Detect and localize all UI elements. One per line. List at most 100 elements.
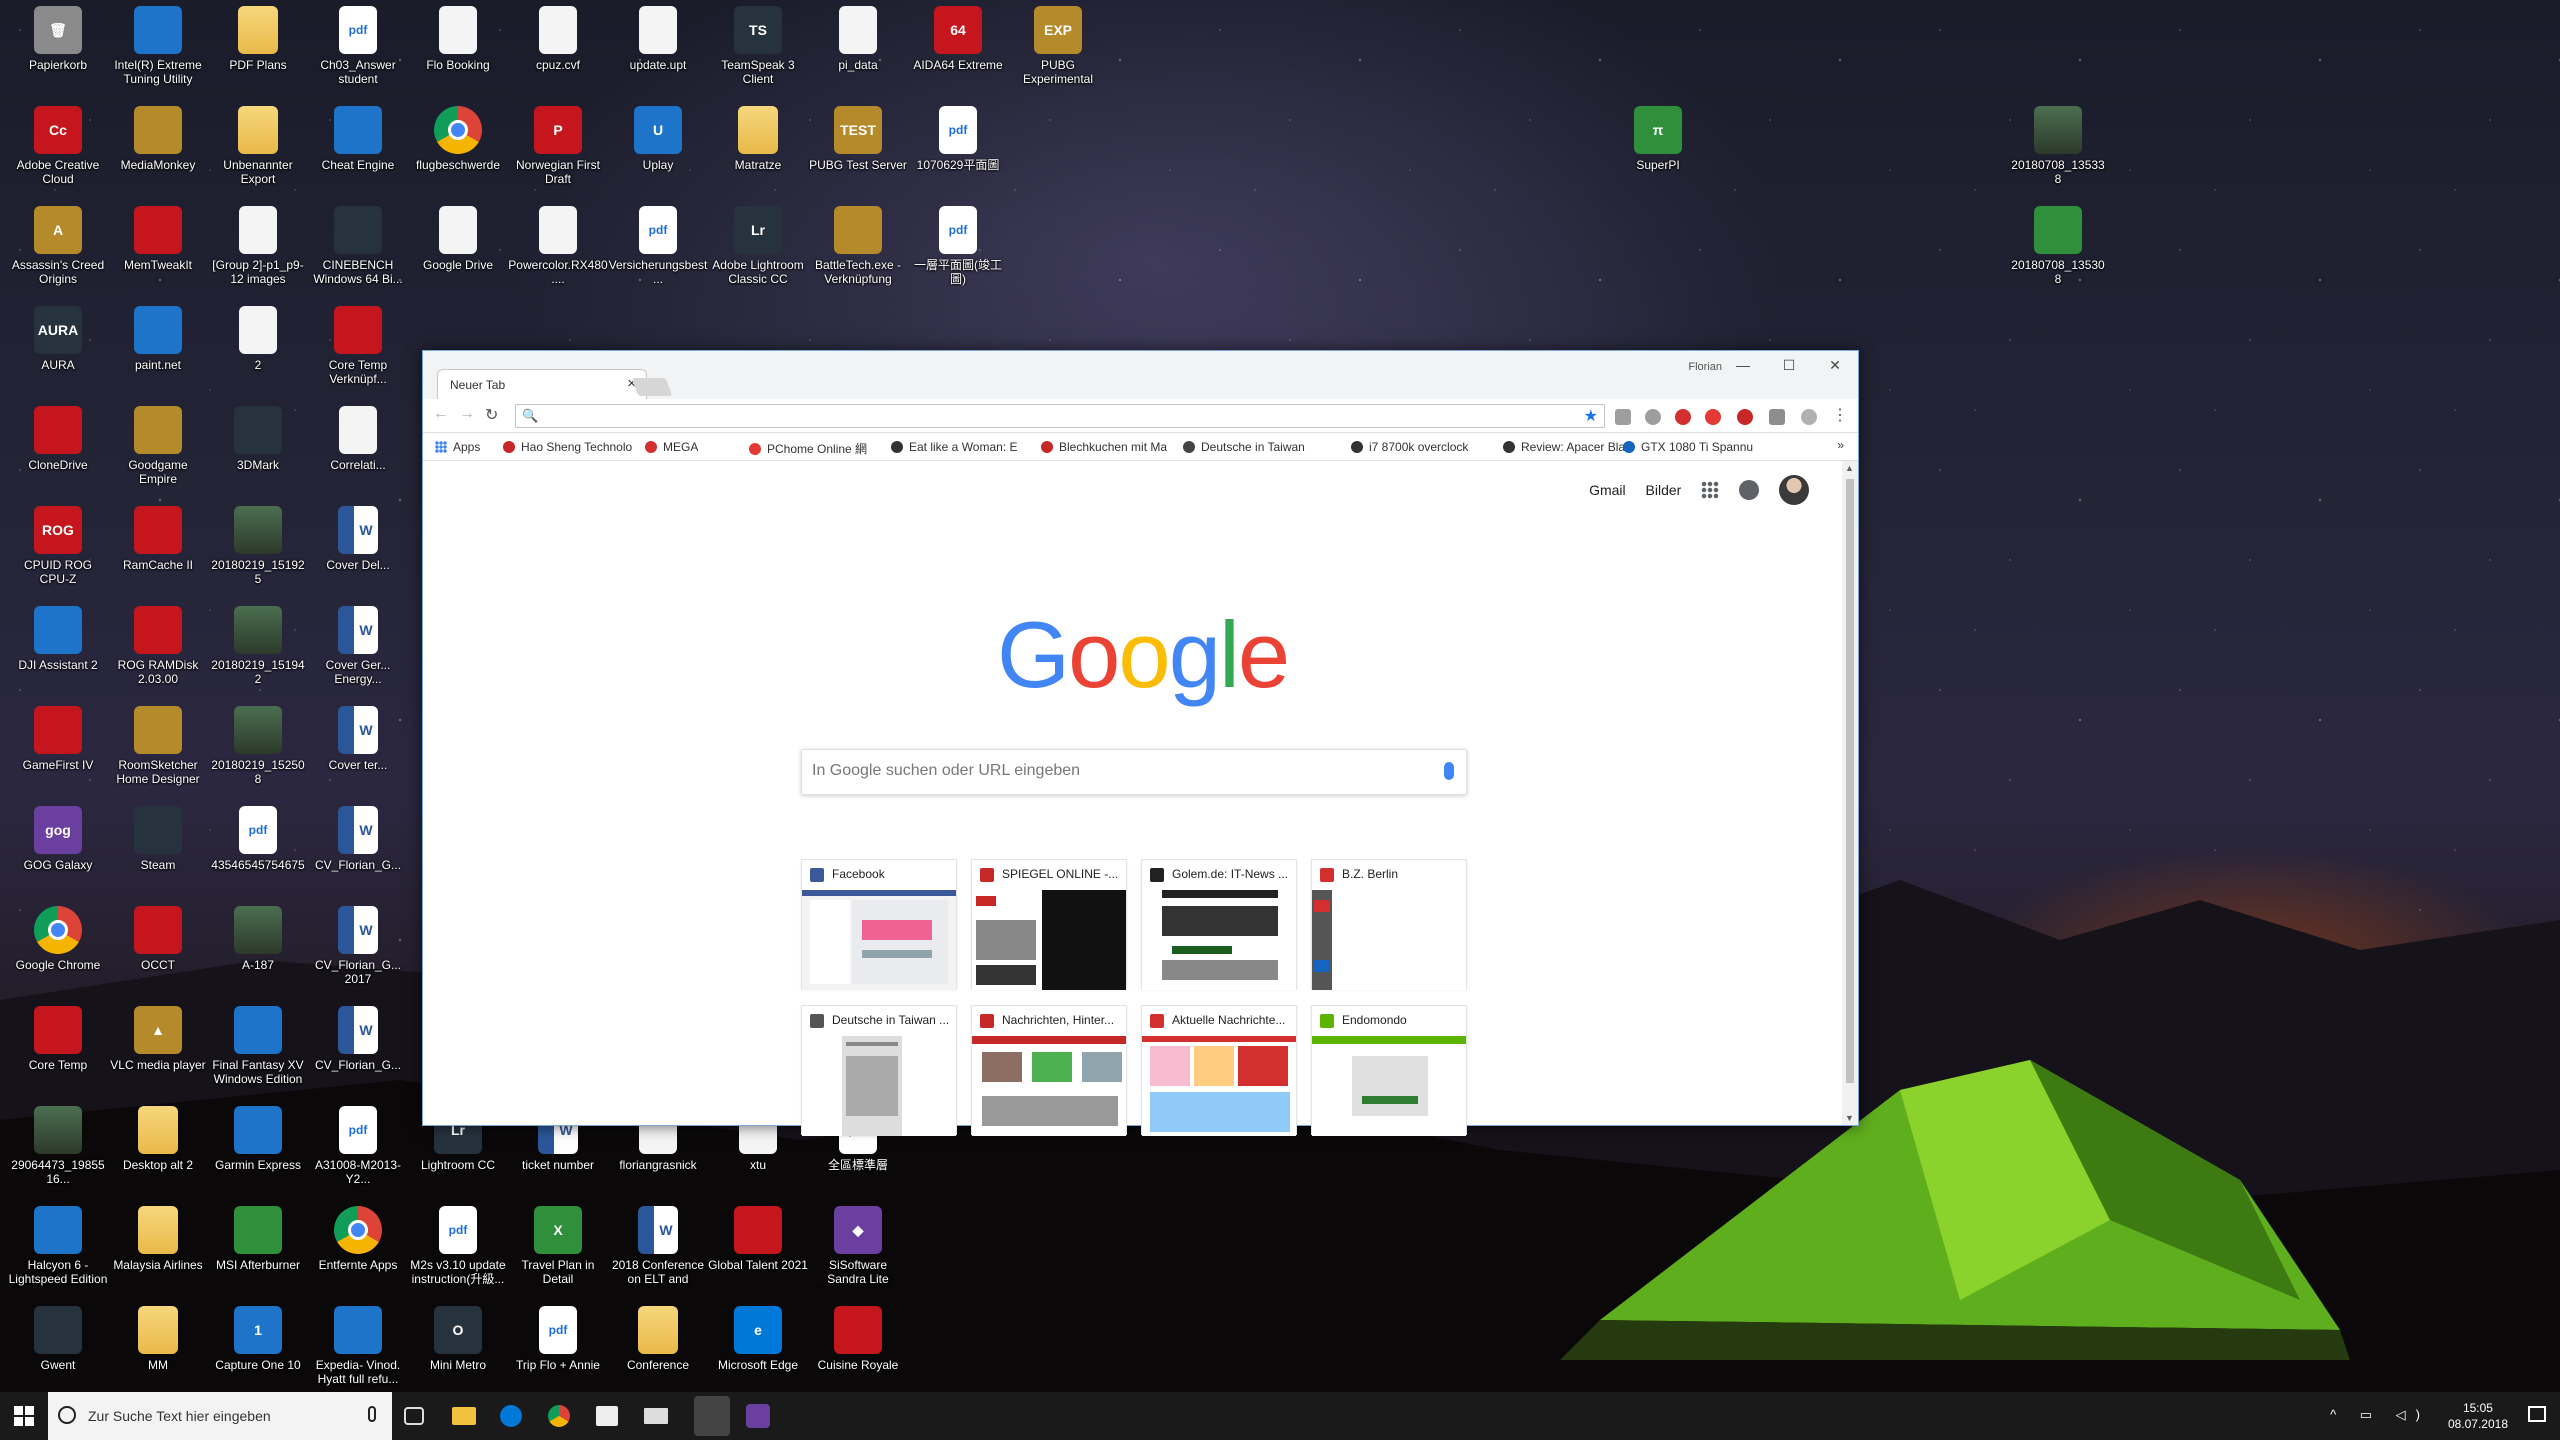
most-visited-tile[interactable]: Golem.de: IT-News ... — [1141, 859, 1297, 990]
desktop-icon[interactable]: Expedia- Vinod. Hyatt full refu... — [308, 1306, 408, 1386]
desktop-icon[interactable]: pi_data — [808, 6, 908, 72]
desktop-icon[interactable]: 20180219_151942 — [208, 606, 308, 686]
desktop-icon[interactable]: W Cover Del... — [308, 506, 408, 572]
desktop-icon[interactable]: GameFirst IV — [8, 706, 108, 772]
bookmark-item[interactable]: Apps — [435, 440, 480, 454]
scroll-down-icon[interactable]: ▼ — [1845, 1113, 1854, 1123]
close-window-button[interactable]: ✕ — [1812, 351, 1858, 379]
desktop-icon[interactable]: PDF Plans — [208, 6, 308, 72]
desktop-icon[interactable]: Flo Booking — [408, 6, 508, 72]
mail-icon[interactable] — [644, 1408, 668, 1424]
gmail-link[interactable]: Gmail — [1589, 482, 1626, 498]
desktop-icon[interactable]: gog GOG Galaxy — [8, 806, 108, 872]
desktop-icon[interactable]: paint.net — [108, 306, 208, 372]
scrollbar-thumb[interactable] — [1846, 479, 1854, 1083]
task-view-icon[interactable] — [404, 1407, 424, 1425]
most-visited-tile[interactable]: B.Z. Berlin — [1311, 859, 1467, 990]
desktop-icon[interactable]: RoomSketcher Home Designer — [108, 706, 208, 786]
apps-grid-icon[interactable] — [1701, 481, 1720, 499]
clock[interactable]: 15:05 08.07.2018 — [2448, 1400, 2508, 1432]
file-explorer-icon[interactable] — [452, 1407, 476, 1425]
extension-icon[interactable] — [1645, 409, 1661, 425]
camera-icon[interactable] — [1769, 409, 1785, 425]
bookmark-item[interactable]: i7 8700k overclock — [1351, 440, 1468, 454]
desktop-icon[interactable]: Core Temp — [8, 1006, 108, 1072]
desktop-icon[interactable]: W Cover ter... — [308, 706, 408, 772]
desktop-icon[interactable]: X Travel Plan in Detail — [508, 1206, 608, 1286]
scrollbar[interactable]: ▲ ▼ — [1842, 461, 1858, 1125]
desktop-icon[interactable]: 3DMark — [208, 406, 308, 472]
reload-icon[interactable]: ↻ — [485, 405, 498, 425]
desktop-icon[interactable]: Google Drive — [408, 206, 508, 272]
desktop-icon[interactable]: pdf Trip Flo + Annie — [508, 1306, 608, 1372]
desktop-icon[interactable]: W CV_Florian_G... — [308, 1006, 408, 1072]
menu-icon[interactable]: ⋮ — [1832, 405, 1848, 425]
desktop-icon[interactable]: Google Chrome — [8, 906, 108, 972]
taskbar-search[interactable]: Zur Suche Text hier eingeben — [48, 1392, 392, 1440]
desktop-icon[interactable]: Matratze — [708, 106, 808, 172]
desktop-icon[interactable]: cpuz.cvf — [508, 6, 608, 72]
desktop-icon[interactable]: Global Talent 2021 — [708, 1206, 808, 1272]
extension-icon[interactable] — [1737, 409, 1753, 425]
desktop-icon[interactable]: [Group 2]-p1_p9-12 images — [208, 206, 308, 286]
desktop-icon[interactable]: MM — [108, 1306, 208, 1372]
desktop-icon[interactable]: ROG RAMDisk 2.03.00 — [108, 606, 208, 686]
desktop-icon[interactable]: Correlati... — [308, 406, 408, 472]
desktop-icon[interactable]: 20180219_152508 — [208, 706, 308, 786]
edge-icon[interactable] — [500, 1405, 522, 1427]
notification-center-icon[interactable] — [2528, 1406, 2546, 1422]
most-visited-tile[interactable]: Aktuelle Nachrichte... — [1141, 1005, 1297, 1136]
desktop-icon[interactable]: W Cover Ger... Energy... — [308, 606, 408, 686]
desktop-icon[interactable]: Cheat Engine — [308, 106, 408, 172]
most-visited-tile[interactable]: Deutsche in Taiwan ... — [801, 1005, 957, 1136]
bookmark-item[interactable]: Eat like a Woman: E — [891, 440, 1018, 454]
search-input[interactable] — [812, 762, 1412, 780]
desktop-icon[interactable]: MediaMonkey — [108, 106, 208, 172]
extension-icon[interactable] — [1675, 409, 1691, 425]
profile-name[interactable]: Florian — [1688, 361, 1722, 373]
desktop-icon[interactable]: Cuisine Royale — [808, 1306, 908, 1372]
store-icon[interactable] — [596, 1406, 618, 1426]
desktop-icon[interactable]: DJI Assistant 2 — [8, 606, 108, 672]
desktop-icon[interactable]: AURA AURA — [8, 306, 108, 372]
desktop-icon[interactable]: Malaysia Airlines — [108, 1206, 208, 1272]
desktop-icon[interactable]: 64 AIDA64 Extreme — [908, 6, 1008, 72]
extension-icon[interactable] — [1615, 409, 1631, 425]
extension-icon[interactable] — [1705, 409, 1721, 425]
address-bar[interactable]: 🔍 ★ — [515, 404, 1605, 428]
extension-icon[interactable] — [1801, 409, 1817, 425]
desktop-icon[interactable]: Goodgame Empire — [108, 406, 208, 486]
most-visited-tile[interactable]: Nachrichten, Hinter... — [971, 1005, 1127, 1136]
maximize-button[interactable]: ☐ — [1766, 351, 1812, 379]
desktop-icon[interactable]: 20180708_135338 — [2008, 106, 2108, 186]
bookmark-item[interactable]: Hao Sheng Technolo — [503, 440, 632, 454]
microphone-icon[interactable] — [1444, 762, 1454, 780]
desktop-icon[interactable]: P Norwegian First Draft — [508, 106, 608, 186]
desktop-icon[interactable]: flugbeschwerde — [408, 106, 508, 172]
desktop-icon[interactable]: π SuperPI — [1608, 106, 1708, 172]
desktop-icon[interactable]: ◆ SiSoftware Sandra Lite Titanium.RTMa — [808, 1206, 908, 1288]
desktop-icon[interactable]: 2 — [208, 306, 308, 372]
desktop-icon[interactable]: A-187 — [208, 906, 308, 972]
bookmark-item[interactable]: Deutsche in Taiwan — [1183, 440, 1305, 454]
desktop-icon[interactable]: pdf 一層平面圖(竣工圖) — [908, 206, 1008, 286]
desktop-icon[interactable]: EXP PUBG Experimental Server — [1008, 6, 1108, 88]
forward-icon[interactable]: → — [459, 405, 475, 423]
desktop-icon[interactable]: pdf 1070629平面圖 — [908, 106, 1008, 172]
desktop-icon[interactable]: Steam — [108, 806, 208, 872]
desktop-icon[interactable]: U Uplay — [608, 106, 708, 172]
desktop-icon[interactable]: 1 Capture One 10 — [208, 1306, 308, 1372]
desktop-icon[interactable]: TEST PUBG Test Server — [808, 106, 908, 172]
bookmark-item[interactable]: PChome Online 網 — [749, 440, 867, 457]
desktop-icon[interactable]: W 2018 Conference on ELT and Business ... — [608, 1206, 708, 1288]
desktop-icon[interactable]: Conference — [608, 1306, 708, 1372]
bookmark-item[interactable]: Review: Apacer Blad — [1503, 440, 1632, 454]
desktop-icon[interactable]: pdf A31008-M2013-Y2... — [308, 1106, 408, 1186]
desktop-icon[interactable]: Powercolor.RX480.... — [508, 206, 608, 286]
sandra-taskbar-icon[interactable] — [746, 1404, 770, 1428]
avatar[interactable] — [1779, 475, 1809, 505]
desktop-icon[interactable]: CINEBENCH Windows 64 Bi... — [308, 206, 408, 286]
desktop-icon[interactable]: W CV_Florian_G... — [308, 806, 408, 872]
desktop-icon[interactable]: Cc Adobe Creative Cloud — [8, 106, 108, 186]
desktop-icon[interactable]: A Assassin's Creed Origins — [8, 206, 108, 286]
